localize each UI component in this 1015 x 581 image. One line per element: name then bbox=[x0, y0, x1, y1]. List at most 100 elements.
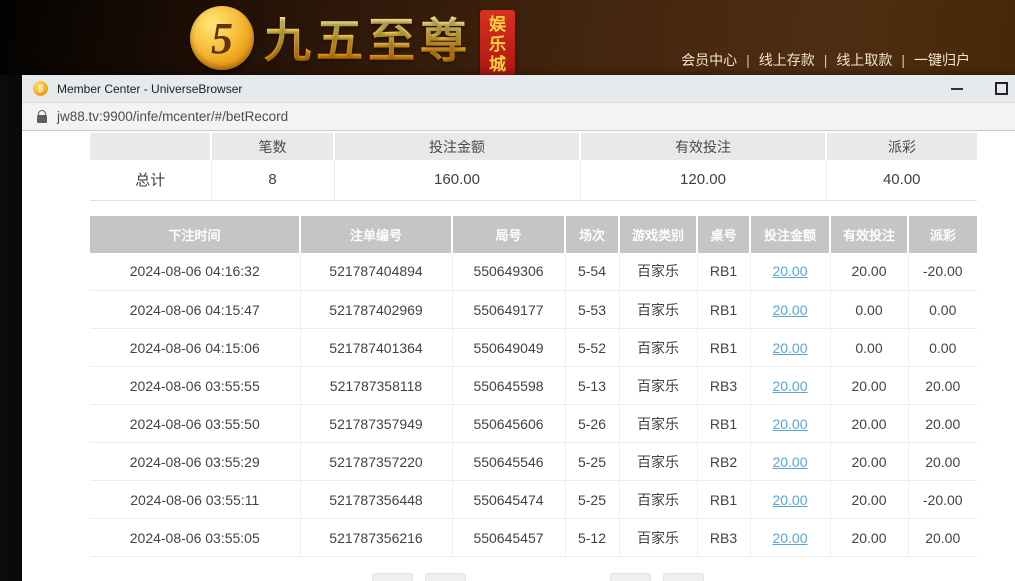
cell-table-no: RB1 bbox=[697, 329, 750, 367]
summary-header-cell: 笔数 bbox=[211, 133, 334, 160]
cell-session: 5-52 bbox=[565, 329, 619, 367]
cell-bet-id: 521787402969 bbox=[300, 291, 452, 329]
browser-favicon-icon: 5 bbox=[33, 81, 48, 96]
pagination-button[interactable] bbox=[610, 573, 651, 581]
cell-payout: 20.00 bbox=[908, 519, 977, 557]
cell-round-id: 550645457 bbox=[452, 519, 565, 557]
cell-payout: -20.00 bbox=[908, 481, 977, 519]
bet-header-cell: 场次 bbox=[565, 216, 619, 253]
nav-link[interactable]: 会员中心 bbox=[681, 52, 737, 68]
cell-game: 百家乐 bbox=[619, 405, 697, 443]
bet-header-cell: 下注时间 bbox=[90, 216, 300, 253]
summary-valid-bet: 120.00 bbox=[580, 160, 826, 200]
cell-time: 2024-08-06 03:55:50 bbox=[90, 405, 300, 443]
cell-time: 2024-08-06 03:55:11 bbox=[90, 481, 300, 519]
cell-valid-bet: 20.00 bbox=[830, 481, 908, 519]
bet-amount-link[interactable]: 20.00 bbox=[772, 454, 807, 470]
cell-valid-bet: 20.00 bbox=[830, 253, 908, 291]
cell-time: 2024-08-06 03:55:29 bbox=[90, 443, 300, 481]
cell-session: 5-26 bbox=[565, 405, 619, 443]
bet-table-row: 2024-08-06 04:15:06521787401364550649049… bbox=[90, 329, 977, 367]
bet-table-row: 2024-08-06 03:55:11521787356448550645474… bbox=[90, 481, 977, 519]
summary-count: 8 bbox=[211, 160, 334, 200]
cell-valid-bet: 0.00 bbox=[830, 291, 908, 329]
summary-header-row: 笔数投注金额有效投注派彩 bbox=[90, 133, 977, 160]
bet-table-row: 2024-08-06 04:16:32521787404894550649306… bbox=[90, 253, 977, 291]
cell-bet-amount: 20.00 bbox=[750, 443, 830, 481]
top-nav: 会员中心 | 线上存款 | 线上取款 | 一键归户 bbox=[681, 50, 970, 70]
summary-row-label: 总计 bbox=[90, 160, 211, 200]
bet-amount-link[interactable]: 20.00 bbox=[772, 492, 807, 508]
window-title-bar[interactable]: 5 Member Center - UniverseBrowser bbox=[22, 75, 1015, 103]
cell-game: 百家乐 bbox=[619, 291, 697, 329]
bet-amount-link[interactable]: 20.00 bbox=[772, 340, 807, 356]
cell-time: 2024-08-06 04:16:32 bbox=[90, 253, 300, 291]
cell-bet-amount: 20.00 bbox=[750, 405, 830, 443]
cell-game: 百家乐 bbox=[619, 481, 697, 519]
cell-payout: 20.00 bbox=[908, 405, 977, 443]
cell-table-no: RB1 bbox=[697, 405, 750, 443]
bet-table-row: 2024-08-06 03:55:29521787357220550645546… bbox=[90, 443, 977, 481]
cell-valid-bet: 20.00 bbox=[830, 367, 908, 405]
cell-valid-bet: 20.00 bbox=[830, 519, 908, 557]
cell-bet-id: 521787357949 bbox=[300, 405, 452, 443]
cell-session: 5-13 bbox=[565, 367, 619, 405]
nav-separator: | bbox=[746, 52, 750, 68]
bet-amount-link[interactable]: 20.00 bbox=[772, 263, 807, 279]
pagination-button[interactable] bbox=[425, 573, 466, 581]
site-banner: 5 九五至尊 娱乐城 会员中心|线上存款|线上取款|一键归户 bbox=[0, 0, 1015, 75]
bet-amount-link[interactable]: 20.00 bbox=[772, 416, 807, 432]
cell-game: 百家乐 bbox=[619, 443, 697, 481]
browser-window: 5 Member Center - UniverseBrowser jw88.t… bbox=[22, 75, 1015, 581]
bet-amount-link[interactable]: 20.00 bbox=[772, 378, 807, 394]
cell-valid-bet: 20.00 bbox=[830, 405, 908, 443]
pagination-button[interactable] bbox=[372, 573, 413, 581]
brand-name: 九五至尊 bbox=[264, 12, 472, 70]
page-content: 笔数投注金额有效投注派彩 总计 8 160.00 120.00 40.00 下注… bbox=[22, 131, 1015, 581]
cell-game: 百家乐 bbox=[619, 367, 697, 405]
pagination-button[interactable] bbox=[663, 573, 704, 581]
cell-bet-amount: 20.00 bbox=[750, 481, 830, 519]
cell-bet-id: 521787356216 bbox=[300, 519, 452, 557]
cell-payout: 0.00 bbox=[908, 291, 977, 329]
minimize-button[interactable] bbox=[951, 88, 963, 90]
cell-round-id: 550645598 bbox=[452, 367, 565, 405]
bet-header-cell: 注单编号 bbox=[300, 216, 452, 253]
cell-bet-amount: 20.00 bbox=[750, 253, 830, 291]
cell-bet-id: 521787358118 bbox=[300, 367, 452, 405]
nav-link[interactable]: 线上存款 bbox=[759, 52, 815, 68]
cell-payout: 0.00 bbox=[908, 329, 977, 367]
brand-badge-char: 乐 bbox=[489, 35, 506, 55]
cell-valid-bet: 0.00 bbox=[830, 329, 908, 367]
nav-link[interactable]: 线上取款 bbox=[836, 52, 892, 68]
cell-session: 5-12 bbox=[565, 519, 619, 557]
cell-round-id: 550649306 bbox=[452, 253, 565, 291]
cell-round-id: 550649049 bbox=[452, 329, 565, 367]
brand-badge: 娱乐城 bbox=[480, 10, 515, 81]
cell-payout: 20.00 bbox=[908, 443, 977, 481]
bet-amount-link[interactable]: 20.00 bbox=[772, 302, 807, 318]
cell-bet-amount: 20.00 bbox=[750, 367, 830, 405]
cell-round-id: 550649177 bbox=[452, 291, 565, 329]
nav-separator: | bbox=[901, 52, 905, 68]
nav-link[interactable]: 一键归户 bbox=[914, 52, 970, 68]
bet-record-table: 下注时间注单编号局号场次游戏类别桌号投注金额有效投注派彩 2024-08-06 … bbox=[90, 216, 977, 558]
url-field[interactable]: jw88.tv:9900/infe/mcenter/#/betRecord bbox=[57, 109, 288, 124]
cell-round-id: 550645606 bbox=[452, 405, 565, 443]
bet-header-cell: 局号 bbox=[452, 216, 565, 253]
cell-table-no: RB3 bbox=[697, 519, 750, 557]
cell-game: 百家乐 bbox=[619, 253, 697, 291]
nav-separator: | bbox=[824, 52, 828, 68]
cell-time: 2024-08-06 04:15:47 bbox=[90, 291, 300, 329]
cell-table-no: RB1 bbox=[697, 253, 750, 291]
cell-bet-amount: 20.00 bbox=[750, 519, 830, 557]
bet-amount-link[interactable]: 20.00 bbox=[772, 530, 807, 546]
cell-session: 5-25 bbox=[565, 443, 619, 481]
cell-valid-bet: 20.00 bbox=[830, 443, 908, 481]
cell-round-id: 550645474 bbox=[452, 481, 565, 519]
bet-header-row: 下注时间注单编号局号场次游戏类别桌号投注金额有效投注派彩 bbox=[90, 216, 977, 253]
maximize-button[interactable] bbox=[995, 82, 1008, 95]
cell-bet-amount: 20.00 bbox=[750, 329, 830, 367]
bet-header-cell: 派彩 bbox=[908, 216, 977, 253]
address-bar[interactable]: jw88.tv:9900/infe/mcenter/#/betRecord bbox=[22, 103, 1015, 131]
